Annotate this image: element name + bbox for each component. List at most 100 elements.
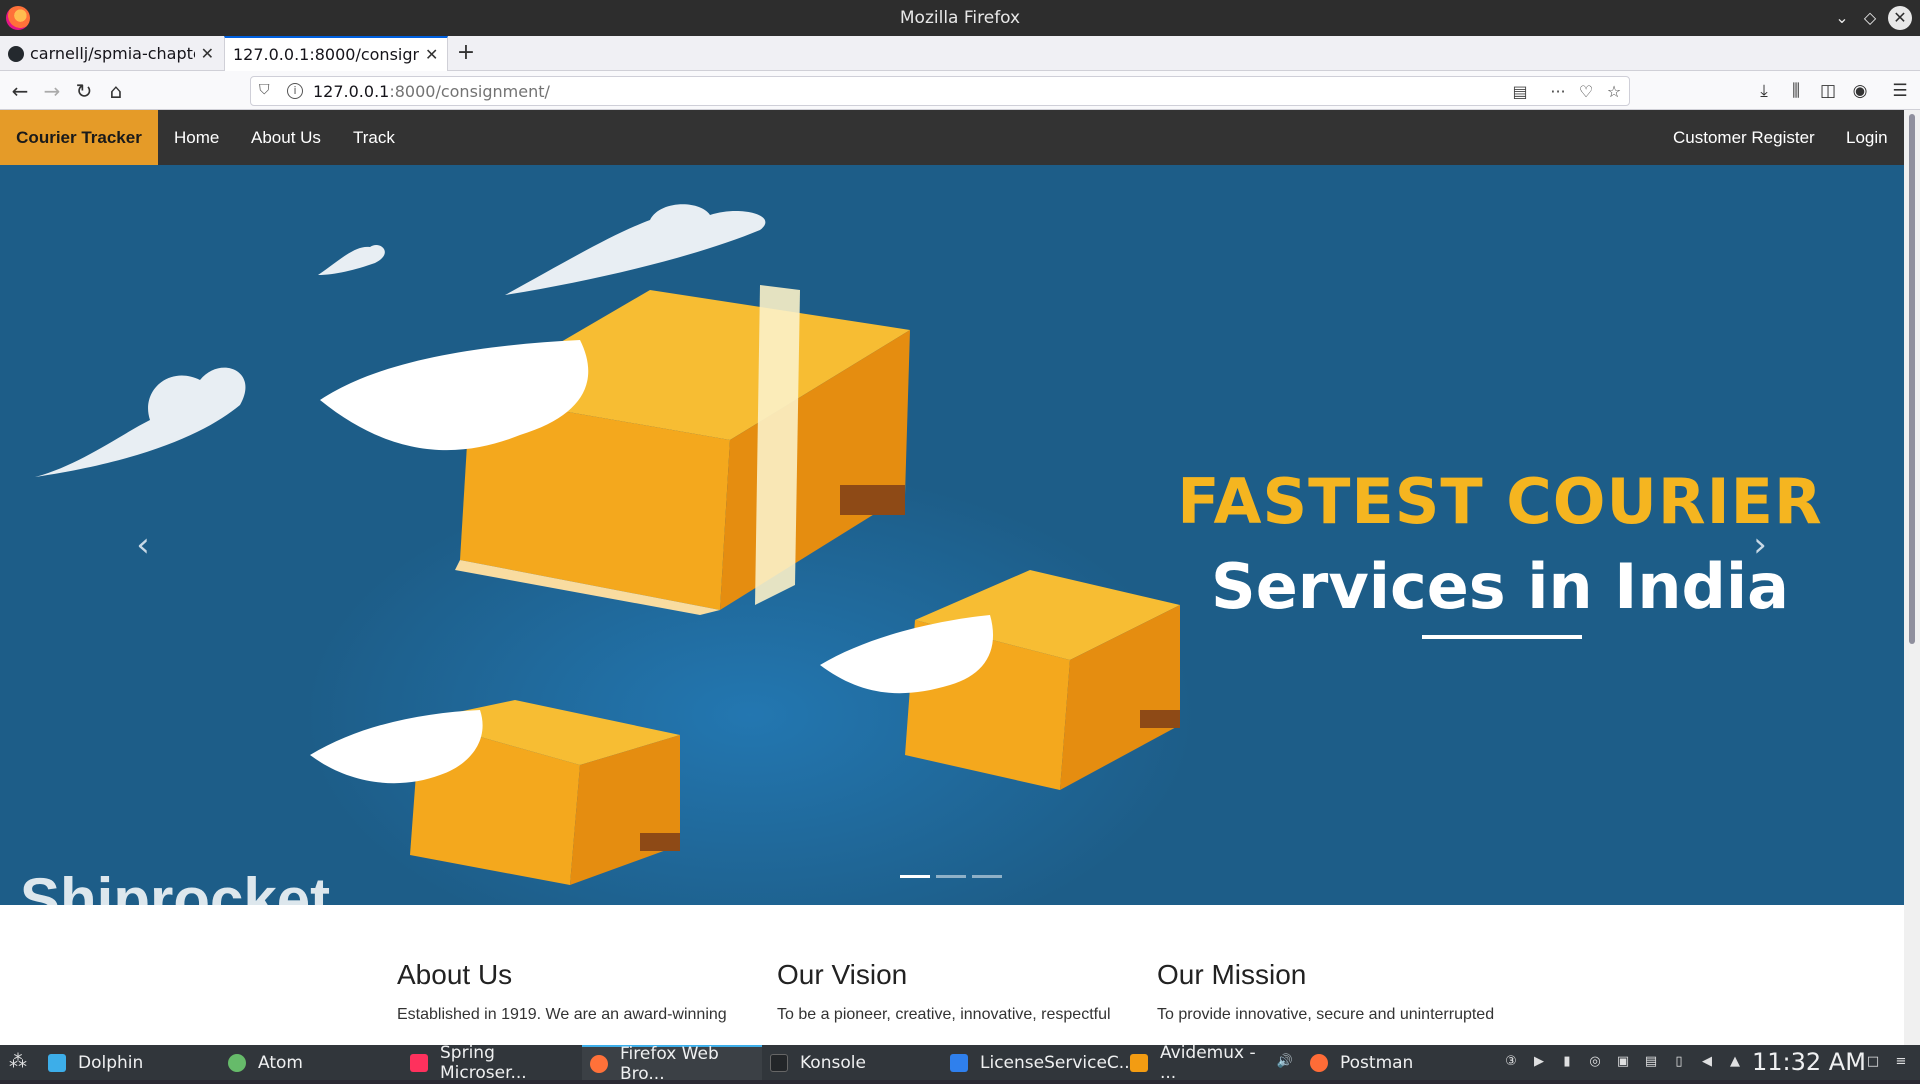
reader-view-icon[interactable]: ▤ <box>1509 81 1531 103</box>
task-label: Atom <box>258 1052 303 1073</box>
forward-icon[interactable]: → <box>40 79 64 103</box>
tab-consignment[interactable]: 127.0.0.1:8000/consignm ✕ <box>224 36 448 71</box>
page-viewport: Courier Tracker Home About Us Track Cust… <box>0 110 1920 1045</box>
task-atom[interactable]: Atom <box>220 1045 400 1080</box>
nav-track[interactable]: Track <box>353 110 395 165</box>
page-scrollbar[interactable] <box>1904 110 1920 1045</box>
pocket-icon[interactable]: ♡ <box>1575 81 1597 103</box>
about-column: About Us Established in 1919. We are an … <box>397 905 757 1027</box>
carousel-prev-icon[interactable]: ‹ <box>128 525 158 565</box>
tray-expand-icon[interactable]: ▲ <box>1726 1053 1744 1071</box>
large-flying-box <box>455 285 910 615</box>
nav-customer-register[interactable]: Customer Register <box>1673 110 1815 165</box>
back-icon[interactable]: ← <box>8 79 32 103</box>
site-info-icon[interactable]: i <box>287 83 303 99</box>
taskbar: ⁂ Dolphin Atom Spring Microser... Firefo… <box>0 1042 1920 1084</box>
tracking-shield-icon[interactable]: ⛉ <box>259 82 273 100</box>
carousel-indicators <box>900 875 1002 878</box>
home-icon[interactable]: ⌂ <box>104 79 128 103</box>
hero-heading: FASTEST COURIER <box>1177 465 1823 538</box>
task-avidemux[interactable]: Avidemux - ... <box>1122 1042 1272 1083</box>
section-text: To provide innovative, secure and uninte… <box>1157 1006 1495 1023</box>
task-label: Spring Microser... <box>440 1042 527 1083</box>
url-path: :8000/consignment/ <box>389 82 550 101</box>
task-postman[interactable]: Postman <box>1302 1045 1482 1080</box>
url-text[interactable]: 127.0.0.1:8000/consignment/ <box>313 82 550 101</box>
minimize-icon[interactable]: ⌄ <box>1830 6 1854 30</box>
media-player-icon[interactable]: ▶ <box>1530 1053 1548 1071</box>
new-tab-icon[interactable]: + <box>454 40 478 66</box>
task-label: Dolphin <box>78 1052 144 1073</box>
intellij-icon <box>410 1053 428 1072</box>
account-icon[interactable]: ◉ <box>1848 79 1872 103</box>
hero-subheading: Services in India <box>1211 550 1789 623</box>
battery-icon[interactable]: ▯ <box>1670 1053 1688 1071</box>
sidebar-icon[interactable]: ◫ <box>1816 79 1840 103</box>
task-label: Firefox Web Bro... <box>620 1043 719 1084</box>
nav-home[interactable]: Home <box>174 110 219 165</box>
section-text: Established in 1919. We are an award-win… <box>397 1006 727 1023</box>
konsole-icon <box>770 1053 788 1072</box>
url-bar[interactable]: ⛉ i 127.0.0.1:8000/consignment/ ▤ ··· ♡ … <box>250 76 1630 106</box>
network-icon[interactable]: ▣ <box>1614 1053 1632 1071</box>
carousel-indicator[interactable] <box>936 875 966 878</box>
clock[interactable]: 11:32 AM <box>1752 1048 1866 1076</box>
task-label: LicenseServiceC... <box>980 1052 1136 1073</box>
watermark-logo: Shiprocket <box>20 866 331 905</box>
show-desktop-icon[interactable]: □ <box>1864 1053 1882 1071</box>
url-host: 127.0.0.1 <box>313 82 390 101</box>
close-tab-icon[interactable]: ✕ <box>425 45 438 64</box>
section-title: Our Mission <box>1157 959 1307 990</box>
site-navbar: Courier Tracker Home About Us Track Cust… <box>0 110 1904 165</box>
task-dolphin[interactable]: Dolphin <box>40 1045 220 1080</box>
task-label: Postman <box>1340 1052 1414 1073</box>
menu-icon[interactable]: ☰ <box>1888 79 1912 103</box>
tray-icon-1[interactable]: ③ <box>1502 1053 1520 1071</box>
page-actions-icon[interactable]: ··· <box>1547 81 1569 103</box>
usb-icon[interactable]: ▮ <box>1558 1053 1576 1071</box>
tab-github[interactable]: carnellj/spmia-chapte ✕ <box>0 36 222 71</box>
postman-icon <box>1310 1053 1328 1072</box>
hero-underline <box>1422 635 1582 639</box>
task-label: Avidemux - ... <box>1160 1042 1256 1083</box>
mission-column: Our Mission To provide innovative, secur… <box>1157 905 1517 1027</box>
vscode-icon <box>950 1053 968 1072</box>
vpn-icon[interactable]: ◎ <box>1586 1053 1604 1071</box>
firefox-icon <box>590 1054 608 1073</box>
brand-link[interactable]: Courier Tracker <box>0 110 158 165</box>
carousel-indicator[interactable] <box>900 875 930 878</box>
section-title: Our Vision <box>777 959 908 990</box>
section-text: To be a pioneer, creative, innovative, r… <box>777 1006 1111 1023</box>
task-label: Konsole <box>800 1052 866 1073</box>
scrollbar-thumb[interactable] <box>1909 114 1915 644</box>
window-titlebar: Mozilla Firefox ⌄ ◇ ✕ <box>0 0 1920 36</box>
maximize-icon[interactable]: ◇ <box>1858 6 1882 30</box>
taskbar-settings-icon[interactable]: ≡ <box>1892 1053 1910 1071</box>
nav-about-us[interactable]: About Us <box>251 110 321 165</box>
tab-strip: carnellj/spmia-chapte ✕ 127.0.0.1:8000/c… <box>0 36 1920 71</box>
reload-icon[interactable]: ↻ <box>72 79 96 103</box>
clipboard-icon[interactable]: ▤ <box>1642 1053 1660 1071</box>
task-intellij[interactable]: Spring Microser... <box>402 1042 582 1083</box>
window-title: Mozilla Firefox <box>899 8 1021 28</box>
close-tab-icon[interactable]: ✕ <box>201 44 214 63</box>
nav-login[interactable]: Login <box>1846 110 1888 165</box>
volume-icon[interactable]: ◀ <box>1698 1053 1716 1071</box>
task-konsole[interactable]: Konsole <box>762 1045 942 1080</box>
dolphin-icon <box>48 1053 66 1072</box>
info-section: About Us Established in 1919. We are an … <box>0 905 1904 1045</box>
task-vscode[interactable]: LicenseServiceC... <box>942 1045 1135 1080</box>
volume-app-icon[interactable]: 🔊 <box>1276 1053 1294 1071</box>
tab-label: carnellj/spmia-chapte <box>30 44 195 63</box>
task-firefox[interactable]: Firefox Web Bro... <box>582 1044 762 1084</box>
atom-icon <box>228 1053 246 1072</box>
library-icon[interactable]: ⫼ <box>1784 79 1808 103</box>
downloads-icon[interactable]: ⤓ <box>1752 79 1776 103</box>
close-window-icon[interactable]: ✕ <box>1888 6 1912 30</box>
hero-carousel: ‹ › FASTEST COURIER Services in India Sh… <box>0 165 1904 905</box>
carousel-indicator[interactable] <box>972 875 1002 878</box>
browser-toolbar: ← → ↻ ⌂ ⛉ i 127.0.0.1:8000/consignment/ … <box>0 71 1920 110</box>
bookmark-star-icon[interactable]: ☆ <box>1603 81 1625 103</box>
app-launcher-icon[interactable]: ⁂ <box>8 1053 28 1071</box>
vision-column: Our Vision To be a pioneer, creative, in… <box>777 905 1137 1027</box>
